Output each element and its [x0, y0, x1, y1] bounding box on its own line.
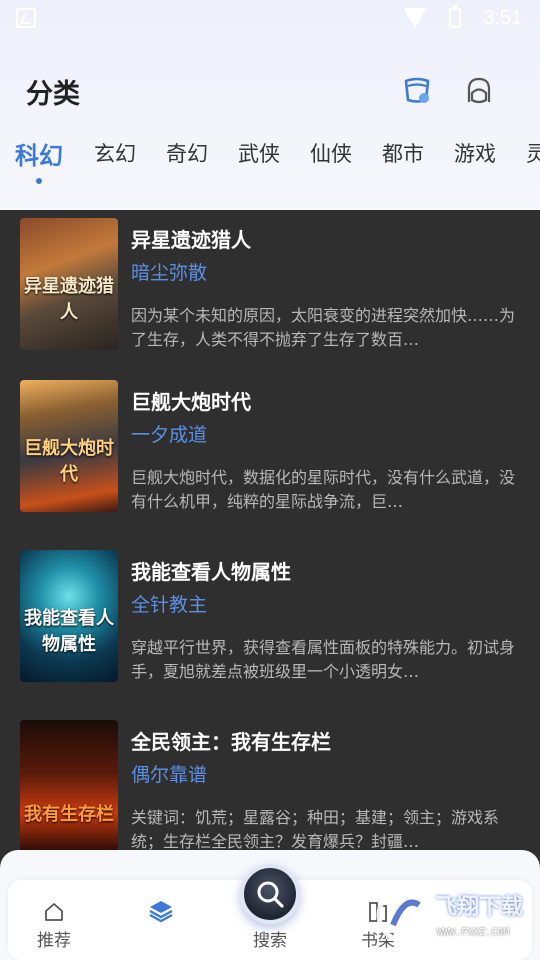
category-tabs: 科幻 玄幻 奇幻 武侠 仙侠 都市 游戏 灵 — [0, 138, 540, 188]
list-item[interactable]: 异星遗迹猎人 异星遗迹猎人 暗尘弥散 因为某个未知的原因，太阳衰变的进程突然加快… — [0, 210, 540, 380]
cover-title: 我有生存栏 — [24, 804, 114, 825]
book-list: 异星遗迹猎人 异星遗迹猎人 暗尘弥散 因为某个未知的原因，太阳衰变的进程突然加快… — [0, 210, 540, 850]
book-title[interactable]: 全民领主：我有生存栏 — [131, 726, 331, 755]
book-title[interactable]: 我能查看人物属性 — [131, 556, 291, 585]
book-cover[interactable]: 巨舰大炮时代 — [20, 380, 118, 512]
book-author[interactable]: 一夕成道 — [131, 420, 207, 447]
book-cover[interactable]: 我能查看人物属性 — [20, 550, 118, 682]
nav-search-label[interactable]: 搜索 — [230, 926, 310, 951]
tab-xuanhuan[interactable]: 玄幻 — [94, 138, 136, 168]
profile-icon[interactable] — [462, 74, 496, 108]
status-time: 3:51 — [483, 6, 522, 29]
book-description: 因为某个未知的原因，太阳衰变的进程突然加快……为了生存，人类不得不抛弃了生存了数… — [131, 306, 516, 349]
search-icon — [257, 881, 284, 908]
app-notification-icon — [16, 8, 36, 28]
bookshelf-icon[interactable] — [400, 74, 434, 108]
status-bar: 3:51 — [0, 0, 540, 36]
header-area: 3:51 分类 科幻 玄幻 奇幻 武侠 仙侠 都市 游戏 灵 — [0, 0, 540, 210]
active-tab-indicator — [36, 178, 42, 184]
book-author[interactable]: 偶尔靠谱 — [131, 760, 207, 787]
search-button[interactable] — [240, 864, 300, 924]
battery-icon — [449, 5, 462, 28]
book-title[interactable]: 异星遗迹猎人 — [131, 224, 251, 253]
book-description: 关键词：饥荒；星露谷；种田；基建；领主；游戏系统；生存栏全民领主？发育爆兵？封疆… — [131, 808, 500, 850]
cover-title: 巨舰大炮时代 — [24, 438, 114, 485]
watermark-text: 飞翔下载 — [435, 895, 524, 920]
book-cover[interactable]: 异星遗迹猎人 — [20, 218, 118, 350]
cover-title: 异星遗迹猎人 — [24, 276, 114, 323]
layers-icon[interactable] — [148, 898, 174, 924]
book-title[interactable]: 巨舰大炮时代 — [131, 386, 251, 415]
watermark-logo-icon — [376, 886, 434, 944]
nav-recommend-label[interactable]: 推荐 — [14, 926, 94, 951]
wifi-icon — [403, 8, 428, 28]
tab-dushi[interactable]: 都市 — [382, 138, 424, 168]
book-description: 穿越平行世界，获得查看属性面板的特殊能力。初试身手，夏旭就差点被班级里一个小透明… — [131, 638, 516, 681]
home-icon[interactable] — [42, 900, 66, 924]
tab-ling[interactable]: 灵 — [526, 138, 540, 168]
watermark: 飞翔下载 WWW.FXXZ.COM — [375, 885, 535, 955]
tab-qihuan[interactable]: 奇幻 — [166, 138, 208, 168]
tab-wuxia[interactable]: 武侠 — [238, 138, 280, 168]
tab-youxi[interactable]: 游戏 — [454, 138, 496, 168]
book-cover[interactable]: 我有生存栏 — [20, 720, 118, 850]
list-item[interactable]: 巨舰大炮时代 巨舰大炮时代 一夕成道 巨舰大炮时代，数据化的星际时代，没有什么武… — [0, 372, 540, 542]
tab-kehuan[interactable]: 科幻 — [15, 138, 63, 171]
book-description: 巨舰大炮时代，数据化的星际时代，没有什么武道，没有什么机甲，纯粹的星际战争流，巨… — [131, 468, 516, 511]
watermark-url: WWW.FXXZ.COM — [437, 927, 510, 938]
page-title: 分类 — [26, 79, 80, 110]
cover-title: 我能查看人物属性 — [24, 608, 114, 655]
book-author[interactable]: 暗尘弥散 — [131, 258, 207, 285]
book-author[interactable]: 全针教主 — [131, 590, 207, 617]
list-item[interactable]: 我有生存栏 全民领主：我有生存栏 偶尔靠谱 关键词：饥荒；星露谷；种田；基建；领… — [0, 712, 540, 850]
list-item[interactable]: 我能查看人物属性 我能查看人物属性 全针教主 穿越平行世界，获得查看属性面板的特… — [0, 542, 540, 712]
tab-xianxia[interactable]: 仙侠 — [310, 138, 352, 168]
